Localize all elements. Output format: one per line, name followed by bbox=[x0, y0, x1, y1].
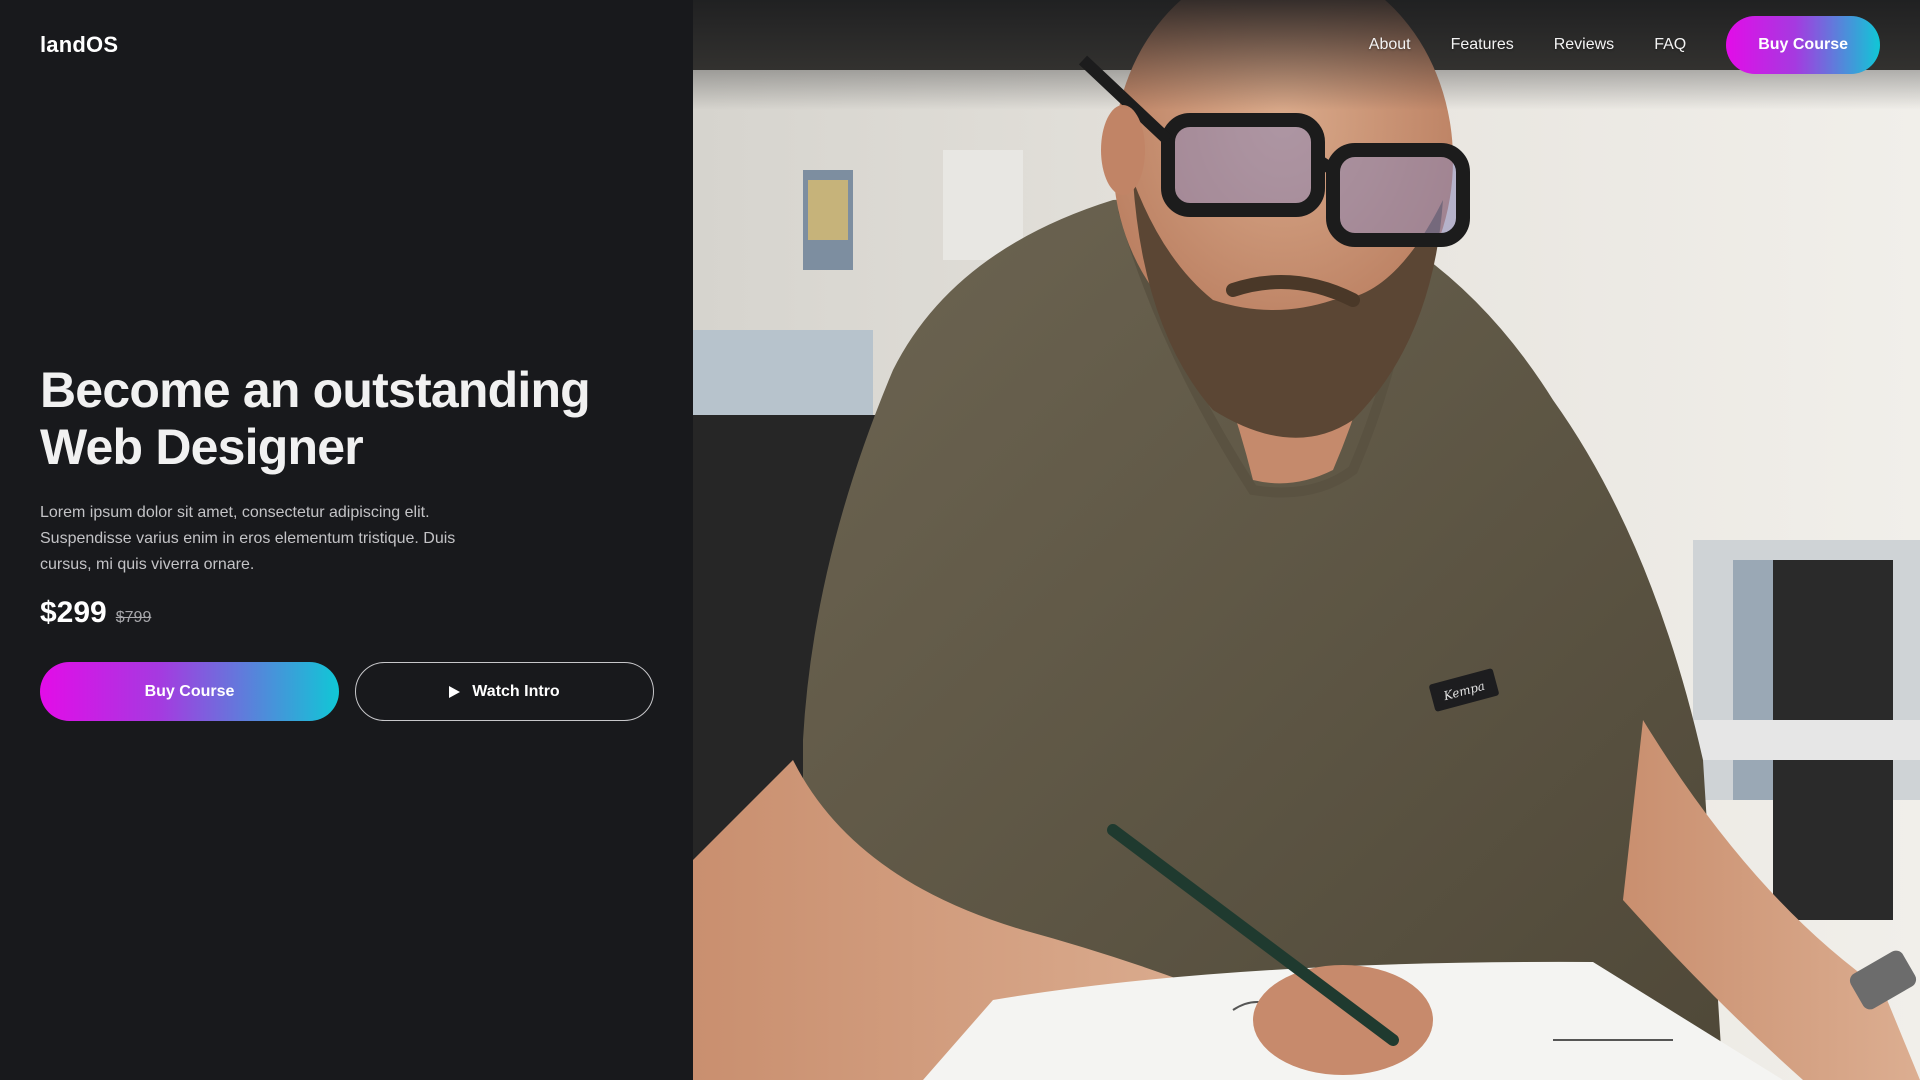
nav-link-reviews[interactable]: Reviews bbox=[1554, 36, 1614, 54]
price-row: $299 $799 bbox=[40, 596, 660, 630]
brand-logo[interactable]: landOS bbox=[40, 32, 118, 58]
nav-link-features[interactable]: Features bbox=[1451, 36, 1514, 54]
hero-title: Become an outstanding Web Designer bbox=[40, 362, 660, 476]
hero-title-line2: Web Designer bbox=[40, 419, 364, 475]
price-current: $299 bbox=[40, 596, 107, 629]
watch-intro-button[interactable]: Watch Intro bbox=[355, 662, 654, 721]
top-nav: About Features Reviews FAQ Buy Course bbox=[1369, 16, 1880, 74]
hero-title-line1: Become an outstanding bbox=[40, 362, 591, 418]
play-icon bbox=[449, 685, 461, 698]
hero-photo: Kempa bbox=[693, 0, 1920, 1080]
hero-photo-illustration: Kempa bbox=[693, 0, 1920, 1080]
nav-buy-course-button[interactable]: Buy Course bbox=[1726, 16, 1880, 74]
hero-description: Lorem ipsum dolor sit amet, consectetur … bbox=[40, 504, 456, 573]
watch-intro-label: Watch Intro bbox=[472, 682, 560, 700]
landing-page: Kempa landOS About Features Reviews FAQ … bbox=[0, 0, 1920, 1080]
nav-link-about[interactable]: About bbox=[1369, 36, 1411, 54]
price-original: $799 bbox=[115, 609, 152, 626]
nav-link-faq[interactable]: FAQ bbox=[1654, 36, 1686, 54]
hero-section: Become an outstanding Web Designer Lorem… bbox=[40, 362, 660, 630]
hero-cta-row: Buy Course Watch Intro bbox=[40, 662, 654, 721]
buy-course-button[interactable]: Buy Course bbox=[40, 662, 339, 721]
